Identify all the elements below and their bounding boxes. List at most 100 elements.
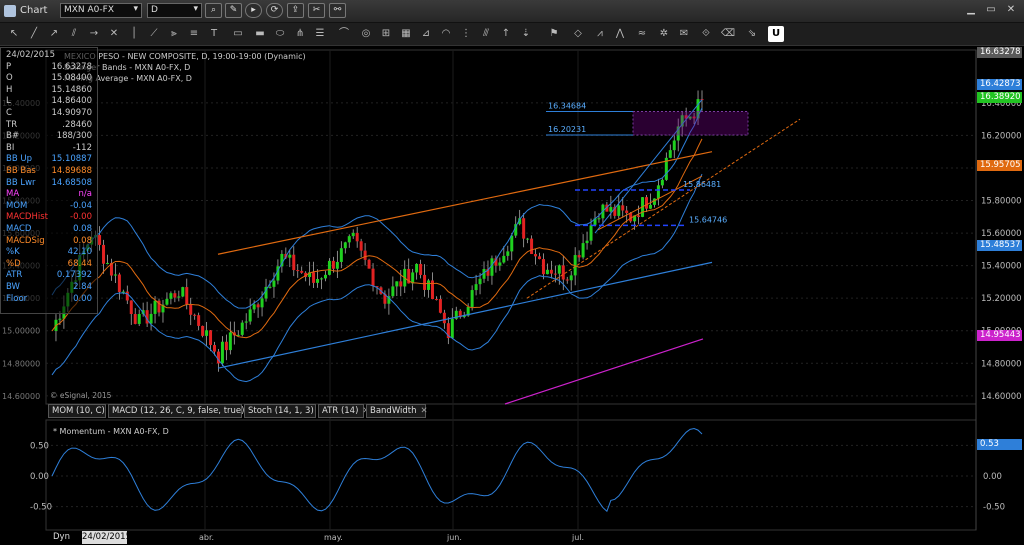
tool-time[interactable]: ⋮ [458, 26, 474, 42]
tool-cycle[interactable]: ⌒ [336, 26, 352, 42]
chart-canvas[interactable]: 14.60000 14.60000 14.80000 14.80000 15.00000… [0, 46, 1024, 545]
tool-pitch[interactable]: ⋔ [292, 26, 308, 42]
close-icon[interactable]: ✕ [421, 406, 428, 416]
cut-button[interactable]: ✂ [308, 3, 325, 18]
data-window-label: MA [6, 189, 20, 200]
tool-arrow[interactable]: → [86, 26, 102, 42]
candle-body [395, 281, 399, 287]
tool-u[interactable]: U [768, 26, 784, 42]
tool-sun[interactable]: ✲ [656, 26, 672, 42]
momentum-pane [45, 419, 977, 531]
data-window-label: BB Bas [6, 166, 36, 176]
tool-hline[interactable]: ☰ [312, 26, 328, 42]
tool-gann[interactable]: ⊞ [378, 26, 394, 42]
tool-zigzag[interactable]: ≈ [634, 26, 650, 42]
data-window-value: 2.84 [73, 282, 92, 292]
month-label: jul. [571, 533, 584, 542]
candle-body [530, 238, 534, 255]
horizontal-lines-icon: ☰ [315, 28, 325, 39]
tool-text[interactable]: T [206, 26, 222, 42]
tool-flag[interactable]: ⚑ [546, 26, 562, 42]
candle-body [189, 304, 193, 315]
tool-rect[interactable]: ▭ [230, 26, 246, 42]
data-window-label: Floor [6, 293, 28, 304]
copyright: © eSignal, 2015 [50, 391, 112, 400]
sun-icon: ✲ [659, 28, 669, 39]
draw-button[interactable]: ✎ [225, 3, 242, 18]
tool-channel[interactable]: ⫽ [66, 26, 82, 42]
study-tab[interactable]: BandWidth ✕ [366, 404, 428, 418]
tool-ellipse[interactable]: ⬭ [272, 26, 288, 42]
candle-body [272, 280, 276, 287]
ellipse-icon: ⬭ [275, 28, 285, 39]
candle-body [577, 255, 581, 258]
candle-body [339, 248, 343, 262]
window-title: Chart [20, 5, 48, 16]
tool-cursor[interactable]: ↖ [6, 26, 22, 42]
minimize-button[interactable]: ▁ [964, 3, 978, 17]
tool-ray[interactable]: ↗ [46, 26, 62, 42]
share-button[interactable]: ⇪ [287, 3, 304, 18]
tool-regress[interactable]: ⫻ [478, 26, 494, 42]
refresh-button[interactable]: ⟳ [266, 3, 283, 18]
link-button[interactable]: ⚯ [329, 3, 346, 18]
tool-signal[interactable]: ⋀ [612, 26, 628, 42]
price-tick-label: 14.80000 [981, 359, 1022, 369]
tool-trend[interactable]: ⩘ [592, 26, 608, 42]
play-button[interactable]: ▸ [245, 3, 262, 18]
tool-diamond[interactable]: ◇ [570, 26, 586, 42]
tool-tag[interactable]: ⇘ [744, 26, 760, 42]
candle-body [359, 241, 363, 251]
regression-icon: ⫻ [483, 28, 489, 39]
study-tab[interactable]: ATR (14)✕ [318, 404, 370, 418]
candle-body [185, 287, 189, 305]
price-tick-label: 15.60000 [981, 229, 1022, 239]
tool-eraser[interactable]: ⌫ [720, 26, 736, 42]
search-icon: ⌕ [210, 5, 217, 15]
month-label: may. [324, 533, 343, 542]
minimize-icon: ▁ [967, 4, 975, 15]
tool-arrow-down[interactable]: ⇣ [518, 26, 534, 42]
tool-cross[interactable]: ✕ [106, 26, 122, 42]
tool-envelope[interactable]: ✉ [676, 26, 692, 42]
interval-input[interactable]: D ▾ [147, 3, 202, 18]
data-window-value: -0.00 [70, 212, 92, 223]
tool-grid[interactable]: ▦ [398, 26, 414, 42]
symbol-value: MXN A0-FX [64, 5, 114, 15]
level-annotation: 16.34684 [548, 101, 586, 110]
study-tab[interactable]: MACD (12, 26, C, 9, false, true)✕ [108, 404, 256, 418]
data-window-row: BB Lwr 14.68508 [3, 178, 95, 189]
close-button[interactable]: ✕ [1004, 3, 1018, 17]
cycle-icon: ⌒ [339, 28, 349, 39]
price-tick-label: 14.60000 [981, 392, 1022, 402]
link-icon: ⚯ [333, 5, 342, 15]
tool-line[interactable]: ╱ [26, 26, 42, 42]
candle-body [228, 332, 232, 351]
tool-vline[interactable]: │ [126, 26, 142, 42]
tool-arrow-up[interactable]: ↑ [498, 26, 514, 42]
tool-fan[interactable]: ⫸ [166, 26, 182, 42]
price-badge: 15.48537 [977, 240, 1022, 251]
maximize-button[interactable]: ▭ [984, 3, 998, 17]
tool-diag[interactable]: ⟋ [146, 26, 162, 42]
candle-body [557, 265, 561, 274]
price-badge: 16.42873 [977, 79, 1022, 90]
candle-body [423, 274, 427, 290]
tool-fill[interactable]: ▬ [252, 26, 268, 42]
tool-scissor[interactable]: ⟐ [698, 26, 714, 42]
data-window-value: 14.89688 [51, 166, 92, 176]
data-window-value: 0.08 [73, 224, 92, 234]
data-window-row: %D 68.44 [3, 259, 95, 270]
data-window-label: P [6, 61, 12, 72]
study-tab[interactable]: MOM (10, C)✕ [48, 404, 116, 418]
candle-body [645, 197, 649, 209]
symbol-input[interactable]: MXN A0-FX ▾ [60, 3, 142, 18]
tool-arc[interactable]: ◠ [438, 26, 454, 42]
current-date[interactable]: 24/02/2015 [82, 531, 131, 544]
search-button[interactable]: ⌕ [205, 3, 222, 18]
tool-speed[interactable]: ⊿ [418, 26, 434, 42]
tool-target[interactable]: ◎ [358, 26, 374, 42]
tool-fib[interactable]: ≡ [186, 26, 202, 42]
data-window-value: 14.68508 [51, 177, 92, 188]
study-tab[interactable]: Stoch (14, 1, 3)✕ [244, 404, 325, 418]
